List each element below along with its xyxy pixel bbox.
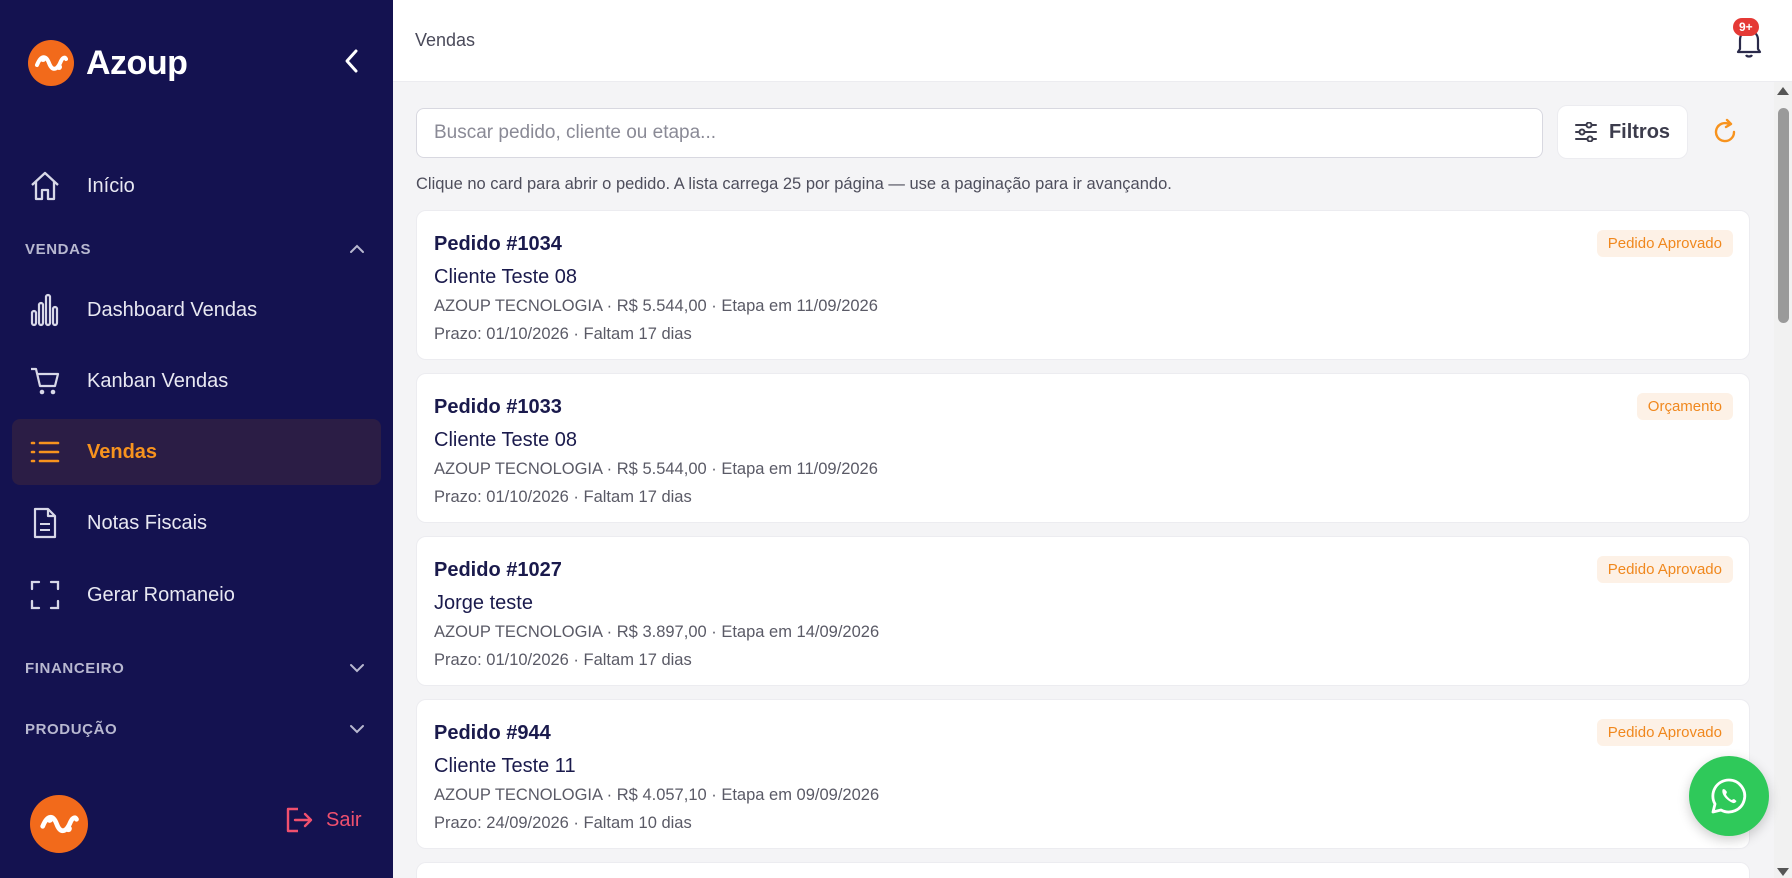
sidebar-item-label: Início — [87, 174, 135, 197]
chevron-up-icon — [350, 244, 364, 253]
order-meta: AZOUP TECNOLOGIA · R$ 4.057,10 · Etapa e… — [434, 786, 880, 804]
scroll-down-arrow-icon[interactable] — [1777, 868, 1789, 876]
sidebar: Azoup Início VENDAS Dashboard Vendas Kan… — [0, 0, 393, 878]
refresh-icon — [1714, 118, 1736, 143]
order-client: Cliente Teste 08 — [434, 266, 578, 288]
order-due: Prazo: 01/10/2026 · Faltam 17 dias — [434, 488, 692, 506]
home-icon — [28, 169, 62, 203]
scrollbar-thumb[interactable] — [1778, 108, 1789, 323]
order-title: Pedido #1033 — [434, 396, 562, 418]
order-due: Prazo: 24/09/2026 · Faltam 10 dias — [434, 814, 692, 832]
refresh-button[interactable] — [1711, 118, 1741, 148]
sidebar-item-vendas[interactable]: Vendas — [12, 419, 381, 485]
status-badge: Orçamento — [1636, 393, 1733, 420]
order-card[interactable]: Pedido #1027 Pedido Aprovado Jorge teste… — [416, 536, 1750, 686]
section-label: VENDAS — [25, 240, 92, 258]
status-badge: Pedido Aprovado — [1596, 556, 1733, 583]
sidebar-item-inicio[interactable]: Início — [12, 153, 381, 219]
order-card[interactable]: Pedido #1034 Pedido Aprovado Cliente Tes… — [416, 210, 1750, 360]
list-icon — [28, 435, 62, 469]
order-title: Pedido #944 — [434, 722, 551, 744]
order-due: Prazo: 01/10/2026 · Faltam 17 dias — [434, 325, 692, 343]
section-label: PRODUÇÃO — [25, 720, 118, 738]
chevron-left-icon — [345, 49, 358, 73]
sidebar-item-label: Dashboard Vendas — [87, 298, 258, 321]
brand[interactable]: Azoup — [28, 40, 188, 86]
status-badge: Pedido Aprovado — [1596, 230, 1733, 257]
sidebar-item-kanban-vendas[interactable]: Kanban Vendas — [12, 348, 381, 414]
filters-button[interactable]: Filtros — [1557, 105, 1688, 159]
whatsapp-button[interactable] — [1689, 756, 1769, 836]
list-hint: Clique no card para abrir o pedido. A li… — [416, 175, 1172, 193]
brand-logo-icon — [28, 40, 74, 86]
filters-label: Filtros — [1608, 120, 1671, 143]
sidebar-item-label: Kanban Vendas — [87, 369, 229, 392]
section-vendas[interactable]: VENDAS — [25, 234, 365, 264]
status-badge: Pedido Aprovado — [1596, 719, 1733, 746]
document-icon — [28, 506, 62, 540]
order-meta: AZOUP TECNOLOGIA · R$ 3.897,00 · Etapa e… — [434, 623, 880, 641]
logout-label: Sair — [326, 808, 362, 831]
section-producao[interactable]: PRODUÇÃO — [25, 714, 365, 744]
order-meta: AZOUP TECNOLOGIA · R$ 5.544,00 · Etapa e… — [434, 460, 878, 478]
scroll-up-arrow-icon[interactable] — [1777, 87, 1789, 95]
sidebar-item-label: Notas Fiscais — [87, 511, 208, 534]
sliders-icon — [1574, 122, 1597, 142]
order-title: Pedido #1027 — [434, 559, 562, 581]
topbar: Vendas 9+ — [393, 0, 1792, 82]
bar-chart-icon — [28, 293, 62, 327]
order-card[interactable]: Pedido #1033 Orçamento Cliente Teste 08 … — [416, 373, 1750, 523]
order-client: Cliente Teste 08 — [434, 429, 578, 451]
notifications-badge: 9+ — [1733, 18, 1759, 36]
order-client: Jorge teste — [434, 592, 533, 614]
order-card[interactable] — [416, 862, 1750, 878]
order-due: Prazo: 01/10/2026 · Faltam 17 dias — [434, 651, 692, 669]
avatar[interactable] — [30, 795, 88, 853]
brand-name: Azoup — [86, 43, 188, 82]
order-card[interactable]: Pedido #944 Pedido Aprovado Cliente Test… — [416, 699, 1750, 849]
scan-frame-icon — [28, 578, 62, 612]
search-input[interactable] — [416, 108, 1543, 158]
sidebar-item-notas-fiscais[interactable]: Notas Fiscais — [12, 490, 381, 556]
collapse-sidebar-button[interactable] — [336, 46, 366, 76]
logout-icon — [286, 807, 313, 833]
brand-logo-icon — [40, 814, 79, 834]
whatsapp-icon — [1711, 778, 1747, 814]
sidebar-item-label: Gerar Romaneio — [87, 583, 235, 606]
section-financeiro[interactable]: FINANCEIRO — [25, 653, 365, 683]
order-meta: AZOUP TECNOLOGIA · R$ 5.544,00 · Etapa e… — [434, 297, 878, 315]
sidebar-item-dashboard-vendas[interactable]: Dashboard Vendas — [12, 277, 381, 343]
chevron-down-icon — [350, 664, 364, 673]
chevron-down-icon — [350, 725, 364, 734]
cart-icon — [28, 364, 62, 398]
sidebar-item-label: Vendas — [87, 440, 158, 463]
logout-button[interactable]: Sair — [284, 806, 362, 834]
order-client: Cliente Teste 11 — [434, 755, 576, 777]
page-title: Vendas — [415, 30, 476, 50]
order-title: Pedido #1034 — [434, 233, 562, 255]
sidebar-item-gerar-romaneio[interactable]: Gerar Romaneio — [12, 562, 381, 628]
section-label: FINANCEIRO — [25, 659, 125, 677]
